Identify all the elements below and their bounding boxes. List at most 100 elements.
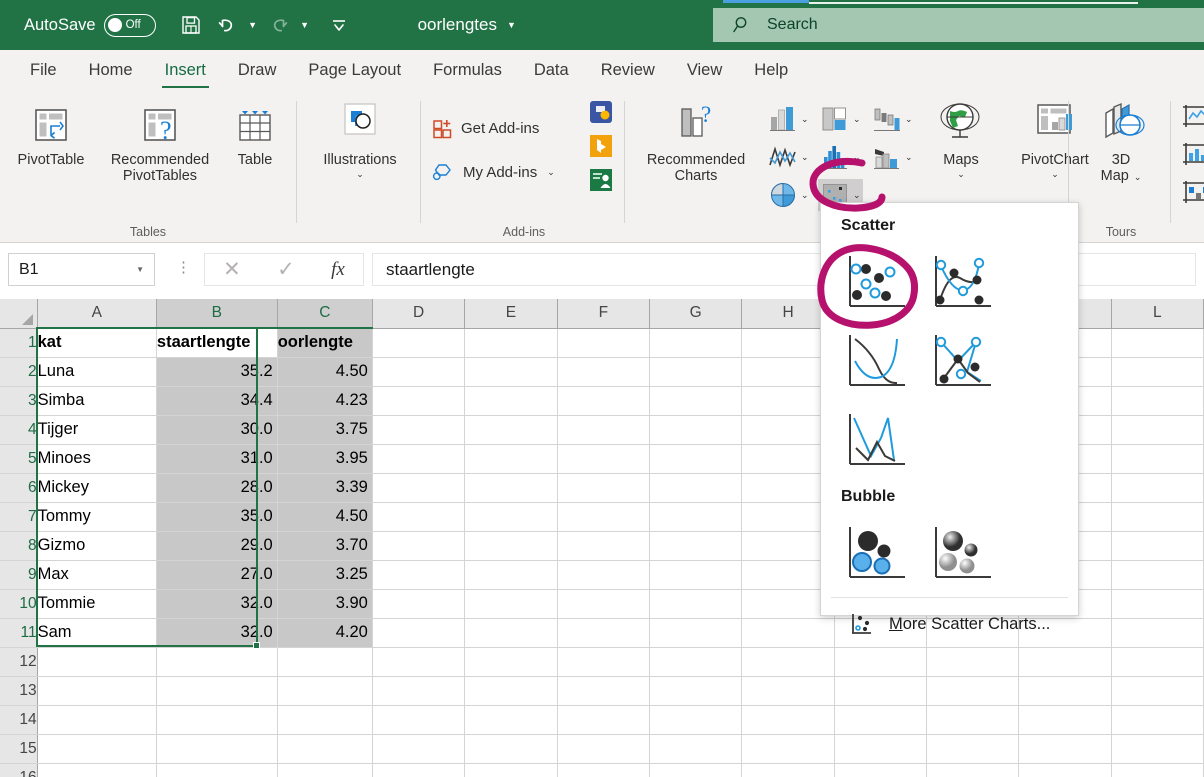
sparkline-column-button[interactable] [1182,141,1204,167]
combo-chart-button[interactable]: ⌄ [870,141,915,173]
cell-g2[interactable] [649,357,741,386]
cell-b13[interactable] [156,676,277,705]
cell-l8[interactable] [1111,531,1203,560]
waterfall-chart-button[interactable]: ⌄ [870,103,915,135]
cell-l7[interactable] [1111,502,1203,531]
row-header-8[interactable]: 8 [0,531,37,560]
row-header-3[interactable]: 3 [0,386,37,415]
illustrations-button[interactable]: Illustrations ⌄ [306,97,414,180]
cell-f12[interactable] [557,647,649,676]
cell-d1[interactable] [372,328,464,357]
cell-c3[interactable]: 4.23 [277,386,372,415]
bubble-option-bubble[interactable] [834,514,920,593]
cell-d9[interactable] [372,560,464,589]
cell-g6[interactable] [649,473,741,502]
cell-d14[interactable] [372,705,464,734]
cell-g13[interactable] [649,676,741,705]
row-header-6[interactable]: 6 [0,473,37,502]
cell-i16[interactable] [834,763,926,777]
cell-g15[interactable] [649,734,741,763]
insert-function-icon[interactable]: fx [331,259,345,281]
tab-review[interactable]: Review [585,50,671,91]
cell-b6[interactable]: 28.0 [156,473,277,502]
cell-d15[interactable] [372,734,464,763]
hierarchy-chart-button[interactable]: ⌄ [818,103,863,135]
cell-d4[interactable] [372,415,464,444]
cell-a7[interactable]: Tommy [37,502,156,531]
row-header-12[interactable]: 12 [0,647,37,676]
cell-l14[interactable] [1111,705,1203,734]
name-box-caret-icon[interactable]: ▼ [136,265,144,274]
cell-c2[interactable]: 4.50 [277,357,372,386]
cell-k15[interactable] [1019,734,1111,763]
cell-e7[interactable] [465,502,557,531]
tab-view[interactable]: View [671,50,738,91]
column-header-g[interactable]: G [649,299,741,328]
3d-map-button[interactable]: 3D Map ⌄ [1076,97,1166,184]
pie-or-doughnut-chart-button[interactable]: ⌄ [766,179,811,211]
select-all-corner[interactable] [0,299,37,328]
cell-e15[interactable] [465,734,557,763]
row-header-1[interactable]: 1 [0,328,37,357]
tab-file[interactable]: File [14,50,73,91]
column-header-b[interactable]: B [156,299,277,328]
cell-b4[interactable]: 30.0 [156,415,277,444]
column-header-d[interactable]: D [372,299,464,328]
line-or-area-chart-button[interactable]: ⌄ [766,141,811,173]
cell-b10[interactable]: 32.0 [156,589,277,618]
cell-d5[interactable] [372,444,464,473]
tab-home[interactable]: Home [73,50,149,91]
cell-c16[interactable] [277,763,372,777]
bubble-option-3d-bubble[interactable] [920,514,1006,593]
cell-l1[interactable] [1111,328,1203,357]
cell-a16[interactable] [37,763,156,777]
cell-i14[interactable] [834,705,926,734]
cell-e6[interactable] [465,473,557,502]
cell-l9[interactable] [1111,560,1203,589]
cell-f8[interactable] [557,531,649,560]
row-header-15[interactable]: 15 [0,734,37,763]
cell-e8[interactable] [465,531,557,560]
people-graph-icon[interactable] [588,167,614,193]
cell-e3[interactable] [465,386,557,415]
cell-a5[interactable]: Minoes [37,444,156,473]
get-addins-button[interactable]: Get Add-ins [432,117,539,139]
maps-button[interactable]: Maps ⌄ [924,97,998,180]
cell-d2[interactable] [372,357,464,386]
cell-g11[interactable] [649,618,741,647]
cell-f14[interactable] [557,705,649,734]
cell-i15[interactable] [834,734,926,763]
line-or-area-chart-caret-icon[interactable]: ⌄ [801,152,809,163]
search-input[interactable]: Search [713,8,1204,42]
cell-l10[interactable] [1111,589,1203,618]
cell-a6[interactable]: Mickey [37,473,156,502]
cell-j13[interactable] [926,676,1018,705]
3d-map-caret-icon[interactable]: ⌄ [1134,172,1142,182]
row-header-13[interactable]: 13 [0,676,37,705]
visio-data-visualizer-icon[interactable] [588,99,614,125]
cell-k16[interactable] [1019,763,1111,777]
undo-dropdown-caret-icon[interactable]: ▼ [246,8,260,42]
recommended-charts-button[interactable]: ? Recommended Charts [636,97,756,184]
cell-g3[interactable] [649,386,741,415]
undo-icon[interactable] [210,8,244,42]
cell-b1[interactable]: staartlengte [156,328,277,357]
tab-page-layout[interactable]: Page Layout [292,50,417,91]
cell-b5[interactable]: 31.0 [156,444,277,473]
bing-maps-icon[interactable] [588,133,614,159]
cell-f1[interactable] [557,328,649,357]
cell-e13[interactable] [465,676,557,705]
cell-j15[interactable] [926,734,1018,763]
cell-g7[interactable] [649,502,741,531]
cell-l4[interactable] [1111,415,1203,444]
enter-icon[interactable]: ✓ [277,257,295,282]
table-button[interactable]: Table [226,97,284,168]
cell-d10[interactable] [372,589,464,618]
cell-a14[interactable] [37,705,156,734]
cell-a10[interactable]: Tommie [37,589,156,618]
cell-j16[interactable] [926,763,1018,777]
row-header-11[interactable]: 11 [0,618,37,647]
cell-h12[interactable] [742,647,834,676]
tab-help[interactable]: Help [738,50,804,91]
tab-data[interactable]: Data [518,50,585,91]
